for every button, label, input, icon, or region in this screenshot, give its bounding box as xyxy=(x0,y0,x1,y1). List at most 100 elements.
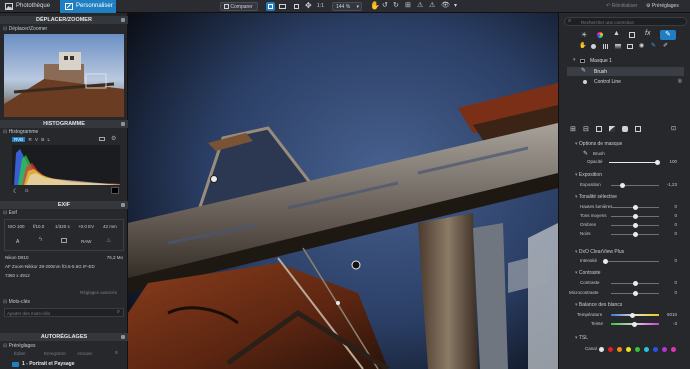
navigator-thumbnail[interactable] xyxy=(4,34,124,117)
blacks-knob[interactable] xyxy=(633,231,638,237)
brush-item[interactable]: ✎ Brush xyxy=(567,67,684,76)
highlights-slider[interactable]: Hautes lumières 0 xyxy=(559,203,690,211)
channel-orange-swatch[interactable] xyxy=(617,346,622,352)
microcontrast-slider[interactable]: Microcontraste 0 xyxy=(559,289,690,297)
shadows-value[interactable]: 0 xyxy=(674,222,677,227)
midtones-value[interactable]: 0 xyxy=(674,213,677,218)
brush-toggle-row[interactable]: ✎ Brush xyxy=(559,150,690,158)
settings-icon[interactable]: ⚙ xyxy=(111,135,116,142)
highlights-value[interactable]: 0 xyxy=(674,204,677,209)
control-point[interactable] xyxy=(210,175,218,183)
presets-header[interactable]: AUTORÉGLAGES xyxy=(0,333,128,341)
microcontrast-value[interactable]: 0 xyxy=(674,290,677,295)
blacks-value[interactable]: 0 xyxy=(674,231,677,236)
shadows-slider[interactable]: Ombres 0 xyxy=(559,221,690,229)
opacity-knob[interactable] xyxy=(655,159,660,165)
midtones-knob[interactable] xyxy=(633,213,638,219)
hand-tool-button[interactable]: ✋ xyxy=(369,1,380,11)
navigator-subheader[interactable]: Déplacer/Zoomer xyxy=(3,26,48,32)
mask-item[interactable]: ▾ Masque 1 xyxy=(559,57,690,65)
graduated-filter-icon[interactable] xyxy=(615,44,621,49)
presets-button[interactable]: ⚙ Préréglages xyxy=(646,2,679,11)
detail-tab-icon[interactable]: ▲ xyxy=(613,30,620,37)
channel-purple-swatch[interactable] xyxy=(662,346,667,352)
preview-menu-button[interactable]: ▾ xyxy=(452,2,461,11)
exposure-track[interactable] xyxy=(611,184,659,186)
delete-mask-icon[interactable]: ⊟ xyxy=(583,125,589,133)
hist-tab-b[interactable]: B xyxy=(41,137,44,142)
temperature-slider[interactable]: Température 5010 xyxy=(559,311,690,319)
channel-red-swatch[interactable] xyxy=(608,346,613,352)
tab-library[interactable]: Photothèque xyxy=(0,0,52,13)
black-point-swatch[interactable] xyxy=(111,187,119,194)
intensity-knob[interactable] xyxy=(603,258,608,264)
tint-value[interactable]: -3 xyxy=(673,321,677,326)
tab-customize[interactable]: Personnaliser xyxy=(60,0,116,13)
pin-icon[interactable] xyxy=(121,203,125,207)
hist-tab-r[interactable]: R xyxy=(28,137,31,142)
move-button[interactable]: ✥ xyxy=(304,1,313,11)
intensity-track[interactable] xyxy=(603,260,659,262)
zoom-level-dropdown[interactable]: 144 % ▾ xyxy=(332,2,362,11)
exposure-slider[interactable]: Exposition -1,23 xyxy=(559,181,690,189)
mask-icon[interactable] xyxy=(627,44,633,49)
contrast-knob[interactable] xyxy=(633,280,638,286)
photo-viewer[interactable] xyxy=(128,13,558,369)
mask-overlay-icon[interactable] xyxy=(635,126,641,132)
eraser-icon[interactable]: ✎ xyxy=(651,42,656,49)
control-point-active[interactable] xyxy=(351,260,361,270)
exposure-knob[interactable] xyxy=(620,182,625,188)
control-line-item[interactable]: Control Line ◎ xyxy=(567,78,684,86)
auto-mask-icon[interactable]: ◉ xyxy=(639,42,644,49)
channel-yellow-swatch[interactable] xyxy=(626,346,631,352)
fx-tab-icon[interactable]: fx xyxy=(645,30,650,37)
show-mask-icon[interactable] xyxy=(622,126,628,132)
presets-save[interactable]: Enregistrer xyxy=(44,351,66,356)
fit-screen-button[interactable] xyxy=(292,2,301,11)
channel-all-swatch[interactable] xyxy=(599,346,604,352)
presets-cancel[interactable]: Annuler xyxy=(77,351,93,356)
temperature-value[interactable]: 5010 xyxy=(667,312,677,317)
exposure-value[interactable]: -1,23 xyxy=(667,182,677,187)
zoom-one-to-one[interactable]: 1:1 xyxy=(317,2,324,11)
pin-icon[interactable] xyxy=(121,122,125,126)
clearview-group[interactable]: DxO ClearView Plus xyxy=(575,249,624,255)
contrast-value[interactable]: 0 xyxy=(674,280,677,285)
search-field[interactable]: ⌕ Rechercher une correction xyxy=(564,17,687,26)
hist-tab-l[interactable]: L xyxy=(48,137,51,142)
clipping-highlights-button[interactable]: ⚠ xyxy=(428,2,437,11)
presets-menu-icon[interactable]: ≡ xyxy=(115,350,118,356)
keywords-input[interactable]: Ajouter des mots-clés ⌕ xyxy=(4,308,124,317)
mask-options-group[interactable]: Options de masque xyxy=(575,141,622,147)
intensity-value[interactable]: 0 xyxy=(674,258,677,263)
light-tab-icon[interactable]: ☀ xyxy=(581,31,587,39)
brush-tool-icon[interactable]: ✐ xyxy=(663,42,668,49)
histogram-subheader[interactable]: Histogramme xyxy=(3,129,39,135)
channel-magenta-swatch[interactable] xyxy=(671,346,676,352)
reset-button[interactable]: ↶ Réinitialiser xyxy=(606,2,637,11)
preset-item[interactable]: 1 - Portrait et Paysage xyxy=(4,360,124,369)
hand-icon[interactable]: ✋ xyxy=(579,42,586,49)
highlight-clip-icon[interactable]: ☼ xyxy=(24,188,30,194)
tint-knob[interactable] xyxy=(632,321,637,327)
rotate-right-button[interactable]: ↻ xyxy=(392,2,401,11)
histogram-header[interactable]: HISTOGRAMME xyxy=(0,120,128,128)
exposure-group[interactable]: Exposition xyxy=(575,172,602,178)
grid-button[interactable]: ⊞ xyxy=(404,2,413,11)
exif-subheader[interactable]: Exif xyxy=(3,210,17,216)
pin-icon[interactable] xyxy=(121,335,125,339)
single-view-button[interactable] xyxy=(266,2,275,11)
exif-header[interactable]: EXIF xyxy=(0,201,128,209)
pin-icon[interactable] xyxy=(121,18,125,22)
channel-green-swatch[interactable] xyxy=(635,346,640,352)
clipping-shadows-button[interactable]: ⚠ xyxy=(416,2,425,11)
keywords-subheader[interactable]: Mots-clés xyxy=(3,299,30,305)
preview-button[interactable]: 👁 xyxy=(441,2,450,11)
contrast-group[interactable]: Contraste xyxy=(575,270,601,276)
presets-edit[interactable]: Éditer xyxy=(14,351,26,356)
selective-tone-group[interactable]: Tonalité sélective xyxy=(575,194,617,200)
geometry-tab-icon[interactable] xyxy=(629,32,635,38)
intensity-slider[interactable]: Intensité 0 xyxy=(559,257,690,265)
duplicate-mask-icon[interactable] xyxy=(596,126,602,132)
hist-tab-g[interactable]: V xyxy=(35,137,38,142)
